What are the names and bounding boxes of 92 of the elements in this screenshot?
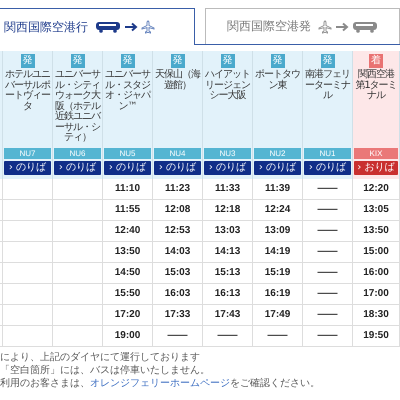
time-cell: 17:00 [353,284,400,304]
time-cell: 14:19 [253,242,303,262]
time-cell: 17:43 [203,304,253,324]
stop-name: 南港フェリーターミナル [304,70,351,102]
time-cell: 12:40 [103,220,153,240]
stop-name: ポートタウン東 [254,70,301,91]
time-cell: 13:09 [253,220,303,240]
time-cell: 12:08 [153,200,203,220]
tab[interactable]: 関西国際空港発 [204,8,400,44]
stop-code-badge: NU5 [104,148,151,158]
boarding-button[interactable]: › のりば [104,160,151,174]
airplane-icon [141,20,155,34]
time-cell: 13:05 [353,200,400,220]
time-cell: ―― [303,326,353,346]
time-cell: 11:39 [253,178,303,198]
time-cell: ―― [303,178,353,198]
note-text: 利用のお客さまは、オレンジフェリーホームページをご確認ください。 [0,376,321,390]
note-text: 「空白箇所」には、バスは停車いたしません。 [0,364,211,376]
stop-name: ホテルユニバーサルポートヴィータ [4,70,51,112]
arrow-icon [124,22,138,32]
departure-badge: 着 [369,54,383,68]
stop-name: ハイアットリージェンシー大阪 [204,70,251,102]
boarding-button[interactable]: › おりば [354,160,398,174]
bus-icon [95,21,121,33]
time-cell: 16:13 [203,284,253,304]
time-cell: 17:20 [103,304,153,324]
time-cell: 12:20 [353,178,400,198]
departure-badge: 発 [320,54,334,68]
boarding-button[interactable]: › のりば [154,160,201,174]
departure-badge: 発 [120,54,134,68]
time-cell: 19:50 [353,326,400,346]
time-cell: ―― [253,326,303,346]
time-cell: 12:18 [203,200,253,220]
time-cell: 15:50 [103,284,153,304]
time-cell: 17:33 [153,304,203,324]
time-cell: 15:00 [353,242,400,262]
time-cell: ―― [303,242,353,262]
time-cell: 15:03 [153,262,203,282]
stop-name: ユニバーサル・スタジオ・ジャパン™ [104,70,151,112]
note-text: により、上記のダイヤにて運行しております [0,350,201,364]
time-cell: 13:50 [103,242,153,262]
arrow-icon [334,22,349,32]
departure-badge: 発 [270,54,284,68]
departure-badge: 発 [20,54,34,68]
time-cell: ―― [303,304,353,324]
stop-code-badge: NU4 [154,148,201,158]
bus-icon [352,20,378,32]
stop-name: 天保山（海遊館） [154,70,201,91]
time-cell: ―― [303,220,353,240]
time-cell: 12:24 [253,200,303,220]
time-cell: 13:50 [353,220,400,240]
time-cell: 16:03 [153,284,203,304]
time-cell: 15:19 [253,262,303,282]
time-cell: ―― [303,200,353,220]
time-cell: 12:53 [153,220,203,240]
boarding-button[interactable]: › のりば [304,160,351,174]
time-cell: 11:55 [103,200,153,220]
time-cell: 18:30 [353,304,400,324]
stop-code-badge: NU2 [254,148,301,158]
boarding-button[interactable]: › のりば [254,160,301,174]
time-cell: 13:03 [203,220,253,240]
time-cell: 19:00 [103,326,153,346]
time-cell: 16:19 [253,284,303,304]
tab[interactable]: 関西国際空港行 [0,8,194,45]
time-cell: 11:10 [103,178,153,198]
time-cell: ―― [203,326,253,346]
time-cell: 17:49 [253,304,303,324]
time-cell: 15:13 [203,262,253,282]
time-cell: 14:13 [203,242,253,262]
airplane-icon [318,20,332,34]
stop-name: 関西空港第1ターミナル [354,70,398,102]
stop-code-badge: NU3 [204,148,251,158]
time-cell: 14:03 [153,242,203,262]
time-cell: 11:23 [153,178,203,198]
boarding-button[interactable]: › のりば [54,160,101,174]
stop-code-badge: NU1 [304,148,351,158]
boarding-button[interactable]: › のりば [204,160,251,174]
stop-code-badge: NU6 [54,148,101,158]
time-cell: ―― [153,326,203,346]
departure-badge: 発 [70,54,84,68]
time-cell: 11:33 [203,178,253,198]
departure-badge: 発 [220,54,234,68]
time-cell: 16:00 [353,262,400,282]
ferry-homepage-link[interactable]: オレンジフェリーホームページ [90,378,230,388]
time-cell: ―― [303,284,353,304]
boarding-button[interactable]: › のりば [4,160,51,174]
stop-name: ユニバーサル・シティウォーク大阪（ホテル近鉄ユニバーサル・シティ） [54,70,101,144]
stop-code-badge: NU7 [4,148,51,158]
departure-badge: 発 [170,54,184,68]
time-cell: 14:50 [103,262,153,282]
stop-code-badge: KIX [354,148,398,158]
time-cell: ―― [303,262,353,282]
